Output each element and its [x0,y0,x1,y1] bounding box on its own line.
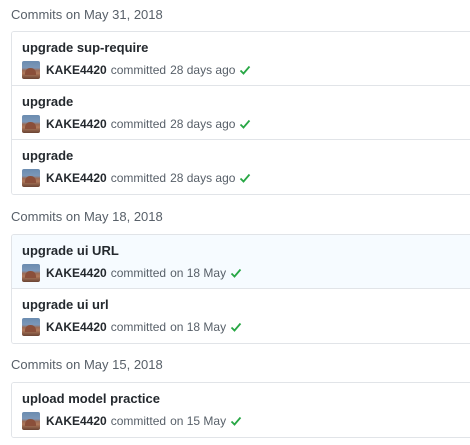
commit-time: on 18 May [170,266,227,280]
commit-group-heading: Commits on May 15, 2018 [11,357,163,372]
check-icon[interactable] [239,64,251,76]
avatar[interactable] [22,264,40,282]
commit-title-link[interactable]: upgrade ui url [22,297,109,312]
author-link[interactable]: KAKE4420 [46,171,107,185]
commit-item: upload model practice KAKE4420 committed… [12,383,470,437]
commit-verb: committed [110,266,167,280]
commit-title-link[interactable]: upgrade ui URL [22,243,119,258]
commit-title-link[interactable]: upgrade sup-require [22,40,148,55]
commit-group: upgrade sup-require KAKE4420 committed 2… [11,31,470,195]
commit-group-heading: Commits on May 18, 2018 [11,209,163,224]
commit-verb: committed [110,63,167,77]
commit-verb: committed [110,320,167,334]
commit-item: upgrade ui URL KAKE4420 committed on 18 … [12,235,470,289]
check-icon[interactable] [239,172,251,184]
commit-meta: KAKE4420 committed on 15 May [22,411,242,431]
commit-time: 28 days ago [170,171,236,185]
commit-group: upload model practice KAKE4420 committed… [11,382,470,438]
commit-title-link[interactable]: upgrade [22,94,73,109]
check-icon[interactable] [239,118,251,130]
avatar[interactable] [22,61,40,79]
avatar[interactable] [22,115,40,133]
commit-meta: KAKE4420 committed on 18 May [22,263,242,283]
commit-verb: committed [110,117,167,131]
avatar[interactable] [22,412,40,430]
commit-time: 28 days ago [170,63,236,77]
commit-group: upgrade ui URL KAKE4420 committed on 18 … [11,234,470,344]
author-link[interactable]: KAKE4420 [46,266,107,280]
author-link[interactable]: KAKE4420 [46,63,107,77]
commit-meta: KAKE4420 committed on 18 May [22,317,242,337]
commit-meta: KAKE4420 committed 28 days ago [22,114,251,134]
commit-meta: KAKE4420 committed 28 days ago [22,60,251,80]
commit-meta: KAKE4420 committed 28 days ago [22,168,251,188]
commit-item: upgrade ui url KAKE4420 committed on 18 … [12,289,470,343]
commit-item: upgrade sup-require KAKE4420 committed 2… [12,32,470,86]
commit-time: 28 days ago [170,117,236,131]
avatar[interactable] [22,318,40,336]
commit-verb: committed [110,414,167,428]
commit-time: on 18 May [170,320,227,334]
author-link[interactable]: KAKE4420 [46,414,107,428]
commit-item: upgrade KAKE4420 committed 28 days ago [12,86,470,140]
commit-time: on 15 May [170,414,227,428]
author-link[interactable]: KAKE4420 [46,320,107,334]
check-icon[interactable] [230,415,242,427]
check-icon[interactable] [230,267,242,279]
commit-verb: committed [110,171,167,185]
check-icon[interactable] [230,321,242,333]
avatar[interactable] [22,169,40,187]
commit-item: upgrade KAKE4420 committed 28 days ago [12,140,470,194]
author-link[interactable]: KAKE4420 [46,117,107,131]
commit-group-heading: Commits on May 31, 2018 [11,7,163,22]
commit-title-link[interactable]: upgrade [22,148,73,163]
commit-title-link[interactable]: upload model practice [22,391,160,406]
